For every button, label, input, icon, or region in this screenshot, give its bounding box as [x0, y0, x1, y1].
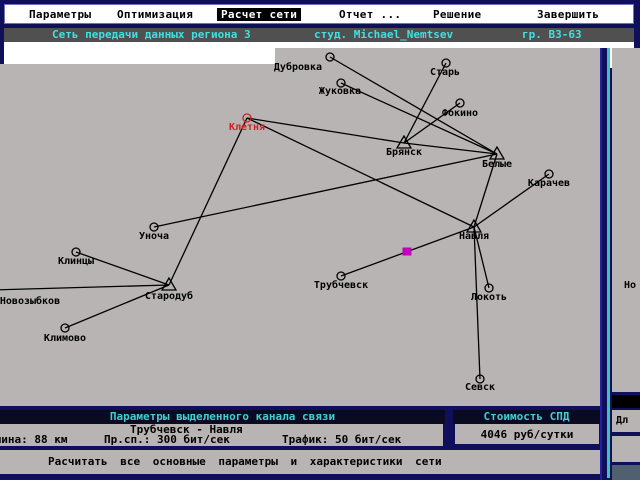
right-panel-header	[612, 395, 640, 408]
node-label: Старь	[430, 67, 460, 78]
channel-line[interactable]	[246, 117, 475, 228]
node-label: Климово	[44, 333, 86, 344]
node-label: Севск	[465, 382, 495, 393]
node-label: Клетня	[229, 122, 265, 133]
node-label: Клинцы	[58, 256, 94, 267]
node-label: Фокино	[442, 108, 478, 119]
status-bar: Расчитать все основные параметры и харак…	[0, 450, 600, 474]
channel-line[interactable]	[246, 117, 405, 144]
node-label: Жуковка	[319, 86, 361, 97]
selected-channel-marker	[402, 247, 412, 256]
channel-bandwidth: Пр.сп.: 300 бит/сек	[104, 433, 230, 446]
channel-line[interactable]	[153, 153, 498, 228]
node-label: Новозыбков	[0, 295, 60, 307]
channel-length: Длина: 88 км	[0, 433, 68, 446]
network-map-graph[interactable]: Дубровка Жуковка Старь Фокино Клетня Брянск Бе…	[0, 0, 600, 406]
channel-header: Параметры выделенного канала связи	[0, 410, 445, 424]
right-background-panel: Но	[612, 48, 640, 392]
node-label: Карачев	[528, 178, 570, 189]
node-label: Дубровка	[274, 61, 322, 73]
node-label: Трубчевск	[314, 279, 368, 291]
cost-header: Стоимость СПД	[453, 410, 600, 424]
channel-line[interactable]	[329, 56, 498, 155]
channel-line[interactable]	[168, 117, 248, 286]
cost-value: 4046 руб/сутки	[455, 424, 599, 444]
right-panel-footer	[612, 465, 640, 480]
channel-line[interactable]	[0, 284, 170, 291]
node-label: Белые	[482, 159, 512, 170]
node-label: Локоть	[471, 292, 507, 303]
node-label: Навля	[459, 231, 489, 242]
channel-traffic: Трафик: 50 бит/сек	[282, 433, 402, 446]
right-node-fragment: Но	[624, 280, 637, 291]
right-panel-box	[612, 436, 640, 462]
channel-params: Трубчевск - Навля Длина: 88 км Пр.сп.: 3…	[0, 423, 443, 446]
node-label: Стародуб	[145, 290, 193, 302]
window-border-accent	[607, 48, 610, 478]
node-label: Брянск	[386, 147, 422, 158]
node-label: Уноча	[139, 231, 169, 242]
right-panel-label: Дл	[612, 410, 640, 432]
